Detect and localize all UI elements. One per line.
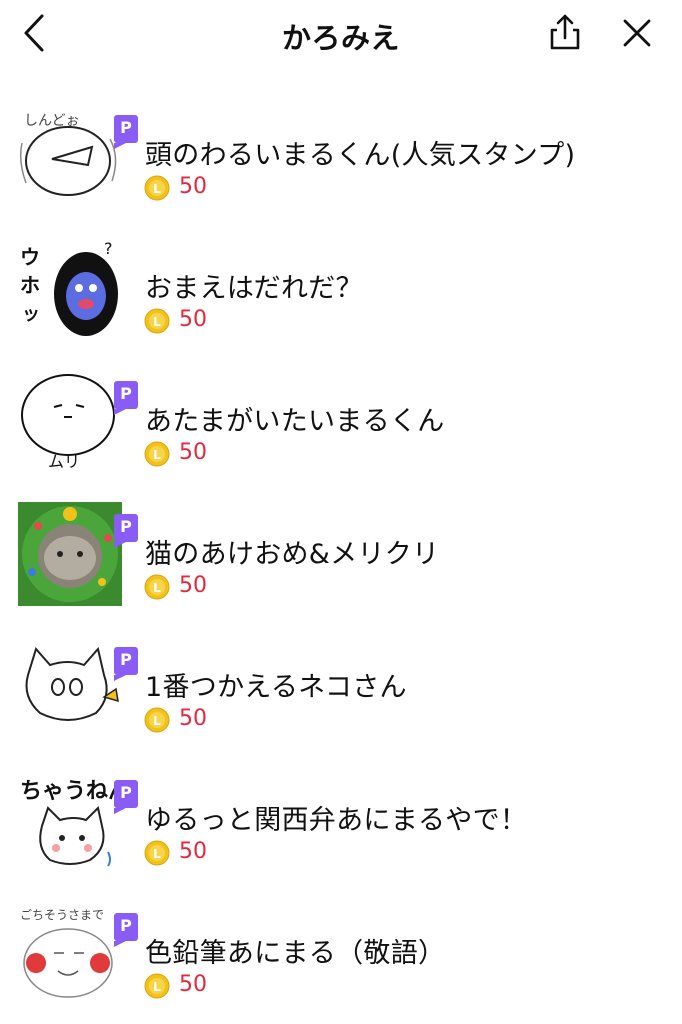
sticker-name: 1番つかえるネコさん [145, 672, 407, 703]
sticker-thumbnail: ムリ P [18, 369, 138, 473]
svg-text:L: L [153, 448, 161, 462]
price-value: 50 [179, 307, 207, 332]
premium-badge: P [114, 780, 138, 814]
sticker-name: あたまがいたいまるくん [145, 406, 445, 437]
svg-text:ホ: ホ [20, 273, 40, 297]
sticker-thumbnail: P [18, 502, 138, 606]
premium-badge: P [114, 115, 138, 149]
svg-text:L: L [153, 847, 161, 861]
price-value: 50 [179, 573, 207, 598]
coin-icon: L [144, 574, 170, 600]
price-value: 50 [179, 972, 207, 997]
coin-icon: L [144, 973, 170, 999]
svg-text:ごちそうさまで: ごちそうさまで [20, 907, 104, 922]
sticker-thumbnail: しんどぉ P [18, 103, 138, 207]
sticker-name: 頭のわるいまるくん(人気スタンプ) [145, 140, 576, 171]
coin-icon: L [144, 840, 170, 866]
sticker-name: ゆるっと関西弁あにまるやで！ [145, 805, 528, 836]
svg-text:L: L [153, 182, 161, 196]
close-icon [623, 19, 651, 47]
sticker-name: 猫のあけおめ&メリクリ [145, 539, 440, 570]
price-value: 50 [179, 706, 207, 731]
svg-text:L: L [153, 581, 161, 595]
close-button[interactable] [614, 10, 660, 56]
svg-text:ちゃうねん: ちゃうねん [20, 779, 122, 804]
coin-icon: L [144, 175, 170, 201]
svg-text:ウ: ウ [20, 245, 40, 269]
svg-text:?: ? [104, 239, 113, 258]
list-item[interactable]: P 1番つかえるネコさん L 50 [0, 635, 682, 768]
list-item[interactable]: ウ ホ ッ ? おまえはだれだ？ L 50 [0, 236, 682, 369]
sticker-thumbnail: ごちそうさまで P [18, 901, 138, 1005]
coin-icon: L [144, 308, 170, 334]
list-item[interactable]: ちゃうねん P ゆるっと関西弁あにまるやで！ L 50 [0, 768, 682, 901]
price-value: 50 [179, 839, 207, 864]
sticker-name: おまえはだれだ？ [145, 273, 363, 304]
premium-badge: P [114, 514, 138, 548]
share-icon [550, 14, 580, 50]
list-item[interactable]: ごちそうさまで P 色鉛筆あにまる（敬語） L 50 [0, 901, 682, 1024]
header-bar: かろみえ [0, 0, 682, 66]
list-item[interactable]: P 猫のあけおめ&メリクリ L 50 [0, 502, 682, 635]
share-button[interactable] [542, 10, 588, 56]
sticker-thumbnail: ウ ホ ッ ? [18, 236, 122, 340]
coin-icon: L [144, 707, 170, 733]
svg-text:L: L [153, 980, 161, 994]
list-item[interactable]: しんどぉ P 頭のわるいまるくん(人気スタンプ) L 50 [0, 103, 682, 236]
premium-badge: P [114, 647, 138, 681]
list-item[interactable]: ムリ P あたまがいたいまるくん L 50 [0, 369, 682, 502]
price-value: 50 [179, 440, 207, 465]
svg-text:ッ: ッ [22, 304, 40, 325]
svg-text:L: L [153, 315, 161, 329]
sticker-thumbnail: P [18, 635, 138, 739]
premium-badge: P [114, 913, 138, 947]
svg-text:ムリ: ムリ [48, 452, 80, 471]
sticker-thumbnail: ちゃうねん P [18, 768, 138, 872]
price-value: 50 [179, 174, 207, 199]
coin-icon: L [144, 441, 170, 467]
svg-text:L: L [153, 714, 161, 728]
sticker-name: 色鉛筆あにまる（敬語） [145, 938, 446, 969]
premium-badge: P [114, 381, 138, 415]
